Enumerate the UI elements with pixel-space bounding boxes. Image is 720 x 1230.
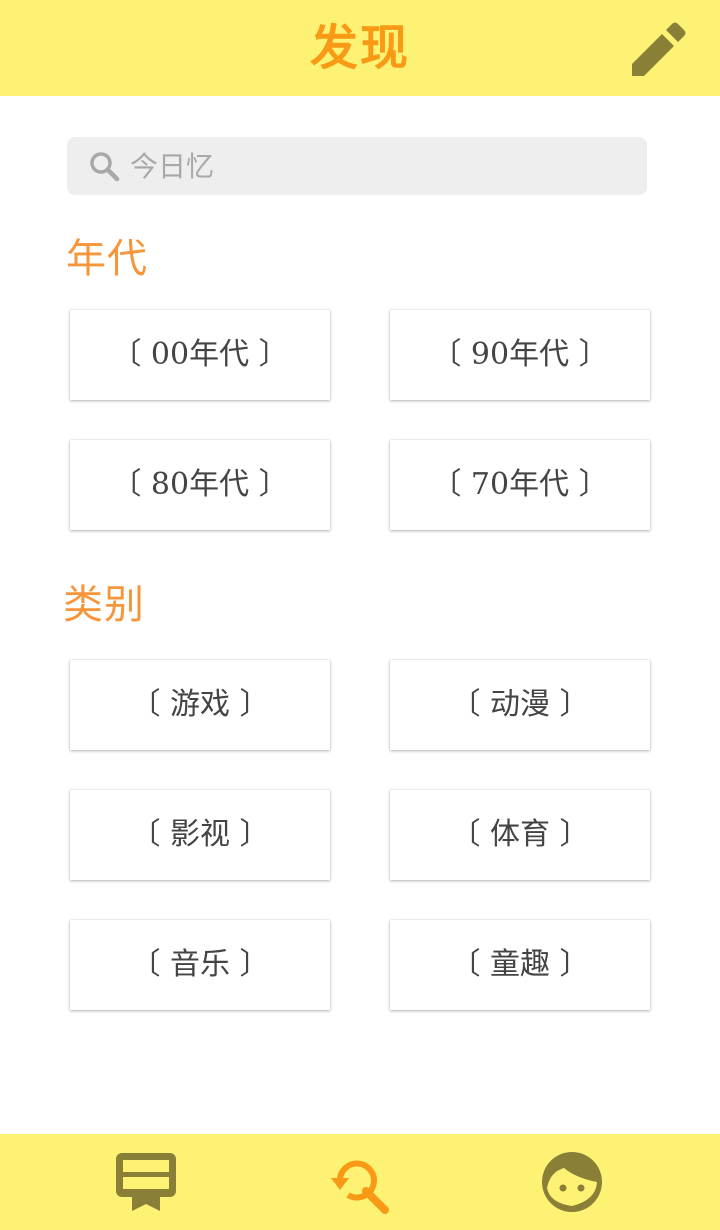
bookmark-board-icon (116, 1153, 176, 1211)
search-icon (90, 152, 120, 182)
pencil-icon (632, 22, 686, 76)
search-input[interactable] (130, 137, 630, 195)
section-title-era: 年代 (66, 236, 148, 282)
page-title: 发现 (309, 20, 410, 76)
era-item-00s[interactable]: 〔 00年代 〕 (70, 310, 330, 400)
era-item-80s[interactable]: 〔 80年代 〕 (70, 440, 330, 530)
tab-profile[interactable] (538, 1148, 606, 1216)
face-profile-icon (542, 1152, 602, 1212)
tab-memories[interactable] (112, 1148, 180, 1216)
tab-discover[interactable] (326, 1148, 394, 1216)
era-item-90s[interactable]: 〔 90年代 〕 (390, 310, 650, 400)
discover-screen: 发现 年代 〔 00年代 〕 〔 90年代 〕 〔 80年代 〕 〔 70年代 … (0, 0, 720, 1230)
discover-search-icon (331, 1160, 389, 1214)
edit-button[interactable] (626, 18, 690, 82)
category-item-music[interactable]: 〔 音乐 〕 (70, 920, 330, 1010)
category-item-film-tv[interactable]: 〔 影视 〕 (70, 790, 330, 880)
category-item-childhood[interactable]: 〔 童趣 〕 (390, 920, 650, 1010)
category-item-sports[interactable]: 〔 体育 〕 (390, 790, 650, 880)
era-item-70s[interactable]: 〔 70年代 〕 (390, 440, 650, 530)
category-item-games[interactable]: 〔 游戏 〕 (70, 660, 330, 750)
category-item-anime[interactable]: 〔 动漫 〕 (390, 660, 650, 750)
section-title-category: 类别 (63, 582, 145, 628)
